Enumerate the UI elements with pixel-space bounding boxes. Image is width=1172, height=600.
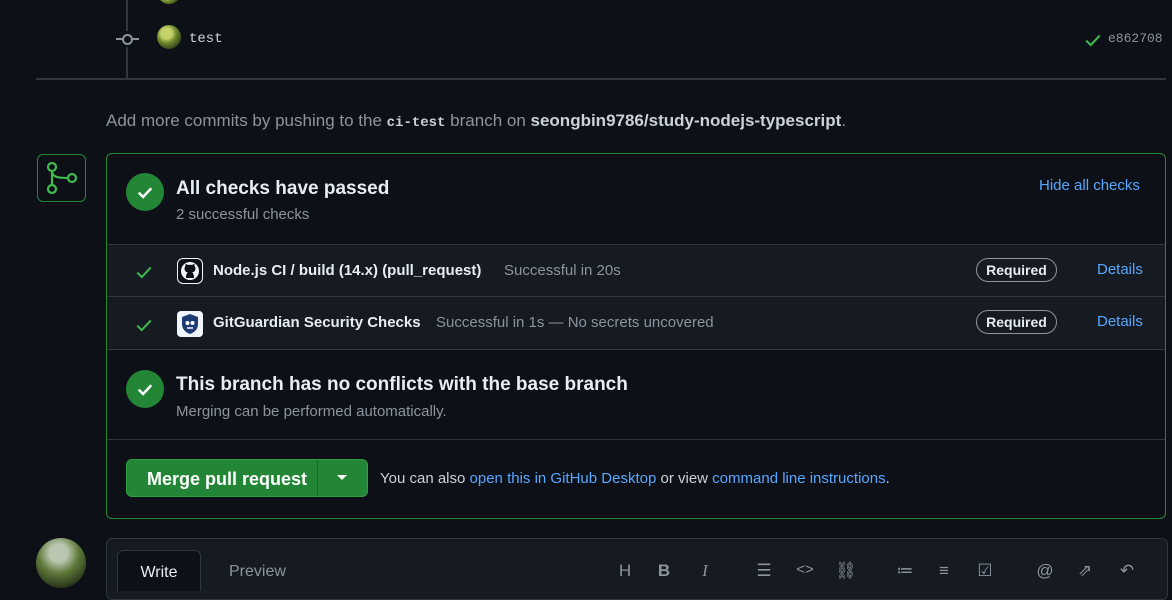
check-circle-icon (126, 370, 164, 408)
avatar[interactable] (36, 538, 86, 588)
check-icon (136, 319, 152, 332)
conflicts-subtitle: Merging can be performed automatically. (176, 403, 447, 420)
hint-middle: branch on (445, 111, 531, 130)
also-prefix: You can also (380, 470, 470, 487)
command-line-instructions-link[interactable]: command line instructions (712, 470, 885, 487)
required-badge: Required (976, 258, 1057, 282)
merge-button-label: Merge pull request (147, 469, 308, 489)
check-row: GitGuardian Security Checks Successful i… (107, 296, 1165, 350)
hide-all-checks-link[interactable]: Hide all checks (1039, 177, 1140, 194)
button-divider (317, 460, 318, 496)
tab-write[interactable]: Write (117, 550, 201, 591)
conflicts-title: This branch has no conflicts with the ba… (176, 374, 628, 395)
commit-sha[interactable]: e862708 (1108, 31, 1163, 46)
check-name: GitGuardian Security Checks (213, 314, 421, 331)
conflicts-section: This branch has no conflicts with the ba… (107, 349, 1165, 440)
check-status: Successful in 20s (504, 262, 621, 279)
merge-status-icon-box (37, 154, 86, 202)
checks-summary: All checks have passed 2 successful chec… (107, 154, 1165, 244)
commit-icon (116, 31, 139, 47)
commit-author-avatar[interactable] (157, 25, 181, 49)
quote-icon[interactable]: ☰ (754, 561, 774, 581)
bulleted-list-icon[interactable]: ≔ (895, 561, 915, 581)
add-commits-hint: Add more commits by pushing to the ci-te… (106, 111, 846, 131)
also-suffix: . (885, 470, 890, 487)
details-link[interactable]: Details (1097, 313, 1143, 330)
github-desktop-link[interactable]: open this in GitHub Desktop (470, 470, 657, 487)
github-icon (177, 258, 203, 284)
merge-pull-request-button[interactable]: Merge pull request (126, 459, 368, 497)
avatar[interactable] (157, 0, 181, 4)
git-branch-icon (46, 161, 78, 195)
repo-name: seongbin9786/study-nodejs-typescript (530, 111, 842, 130)
check-status: Successful in 1s — No secrets uncovered (436, 314, 714, 331)
mention-icon[interactable]: @ (1035, 561, 1055, 581)
check-icon[interactable] (1084, 31, 1102, 49)
commit-message[interactable]: test (189, 31, 223, 47)
check-row: Node.js CI / build (14.x) (pull_request)… (107, 244, 1165, 297)
reply-icon[interactable]: ↶ (1117, 561, 1137, 581)
check-name: Node.js CI / build (14.x) (pull_request) (213, 262, 482, 279)
chevron-down-icon[interactable] (337, 475, 347, 480)
branch-name: ci-test (386, 115, 446, 131)
checks-subtitle: 2 successful checks (176, 206, 310, 223)
code-icon[interactable]: <> (795, 561, 815, 578)
italic-icon[interactable]: I (695, 561, 715, 581)
tab-preview[interactable]: Preview (229, 563, 286, 581)
details-link[interactable]: Details (1097, 261, 1143, 278)
required-badge: Required (976, 310, 1057, 334)
merge-alternatives: You can also open this in GitHub Desktop… (380, 470, 890, 487)
timeline-divider (36, 78, 1166, 80)
gitguardian-icon (177, 311, 203, 337)
bold-icon[interactable]: B (654, 561, 674, 581)
numbered-list-icon[interactable]: ≡ (934, 561, 954, 581)
check-icon (136, 266, 152, 279)
merge-box: All checks have passed 2 successful chec… (106, 153, 1166, 519)
hint-suffix: . (841, 111, 847, 130)
task-list-icon[interactable]: ☑ (975, 561, 995, 581)
hint-prefix: Add more commits by pushing to the (106, 111, 387, 130)
reference-icon[interactable]: ⇗ (1075, 561, 1095, 581)
check-circle-icon (126, 173, 164, 211)
checks-title: All checks have passed (176, 178, 390, 199)
comment-editor: Write Preview H B I ☰ <> ⛓ ≔ ≡ ☑ @ ⇗ ↶ (106, 538, 1168, 600)
heading-icon[interactable]: H (615, 561, 635, 581)
or-view-text: or view (656, 470, 713, 487)
link-icon[interactable]: ⛓ (835, 561, 857, 581)
